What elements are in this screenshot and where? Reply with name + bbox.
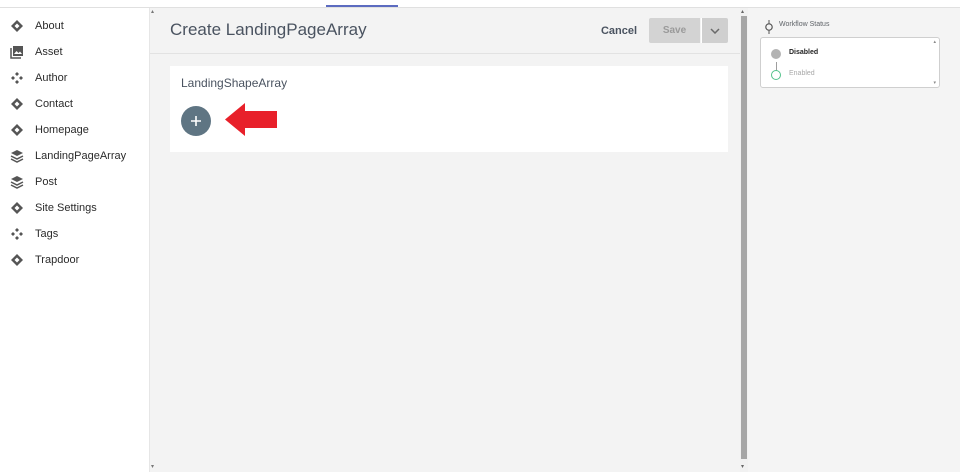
sidebar-item-landingpagearray[interactable]: LandingPageArray — [0, 144, 150, 168]
sidebar-item-contact[interactable]: Contact — [0, 92, 150, 116]
main-content: ▴ ▾ Create LandingPageArray Cancel Save … — [150, 8, 740, 472]
diamond-icon — [11, 124, 23, 136]
sidebar-item-label: About — [35, 20, 64, 32]
layers-icon — [10, 150, 24, 163]
workflow-state-enabled[interactable]: Enabled — [771, 69, 921, 81]
workflow-panel: Workflow Status ▴ Disabled Enabled ▾ — [748, 8, 960, 472]
diamond-icon — [11, 202, 23, 214]
sidebar-item-tags[interactable]: Tags — [0, 222, 150, 246]
workflow-commit-icon — [765, 20, 773, 34]
sidebar-item-label: Site Settings — [35, 202, 97, 214]
sidebar-item-author[interactable]: Author — [0, 66, 150, 90]
status-dot-icon — [771, 49, 781, 59]
sidebar-item-about[interactable]: About — [0, 14, 150, 38]
chevron-down-icon — [710, 27, 720, 34]
sidebar-item-label: Asset — [35, 46, 63, 58]
top-bar — [0, 0, 960, 8]
scroll-down-icon[interactable]: ▾ — [151, 463, 154, 470]
component-icon — [11, 228, 23, 240]
sidebar-item-label: Homepage — [35, 124, 89, 136]
scrollbar-thumb[interactable] — [741, 16, 747, 459]
landing-shape-array-field: LandingShapeArray — [170, 66, 728, 152]
workflow-title: Workflow Status — [779, 21, 830, 28]
app-window: About Asset Author Contact Homepage Land… — [0, 0, 960, 472]
annotation-arrow-icon — [225, 103, 277, 136]
sidebar-item-label: Author — [35, 72, 68, 84]
sidebar-item-homepage[interactable]: Homepage — [0, 118, 150, 142]
active-tab-indicator — [326, 5, 398, 7]
scroll-down-icon[interactable]: ▾ — [933, 80, 936, 86]
cancel-button[interactable]: Cancel — [596, 19, 642, 43]
image-gallery-icon — [10, 46, 23, 59]
workflow-state-disabled[interactable]: Disabled — [771, 48, 921, 60]
main-scrollbar[interactable]: ▴ ▾ — [740, 8, 748, 472]
save-button[interactable]: Save — [649, 18, 700, 43]
diamond-icon — [11, 254, 23, 266]
sidebar-item-asset[interactable]: Asset — [0, 40, 150, 64]
sidebar-item-label: LandingPageArray — [35, 150, 127, 162]
component-icon — [11, 72, 23, 84]
sidebar-item-label: Tags — [35, 228, 59, 240]
sidebar-item-post[interactable]: Post — [0, 170, 150, 194]
plus-icon — [191, 116, 201, 126]
sidebar-item-label: Post — [35, 176, 58, 188]
sidebar-item-site-settings[interactable]: Site Settings — [0, 196, 150, 220]
sidebar-item-label: Contact — [35, 98, 73, 110]
page-title: Create LandingPageArray — [170, 20, 367, 39]
diamond-icon — [11, 98, 23, 110]
sidebar: About Asset Author Contact Homepage Land… — [0, 8, 150, 472]
save-options-button[interactable] — [701, 18, 728, 43]
sidebar-item-trapdoor[interactable]: Trapdoor — [0, 248, 150, 272]
page-header: Create LandingPageArray Cancel Save — [150, 8, 740, 54]
workflow-state-label: Enabled — [789, 70, 815, 77]
scroll-down-icon[interactable]: ▾ — [741, 463, 744, 470]
workflow-state-label: Disabled — [789, 49, 819, 56]
field-label: LandingShapeArray — [181, 76, 288, 90]
workflow-status-list: ▴ Disabled Enabled ▾ — [760, 37, 940, 88]
scroll-up-icon[interactable]: ▴ — [741, 8, 744, 15]
status-dot-icon — [771, 70, 781, 80]
scroll-up-icon[interactable]: ▴ — [933, 39, 936, 45]
diamond-icon — [11, 20, 23, 32]
add-item-button[interactable] — [181, 106, 211, 136]
sidebar-item-label: Trapdoor — [35, 254, 80, 266]
layers-icon — [10, 176, 24, 189]
